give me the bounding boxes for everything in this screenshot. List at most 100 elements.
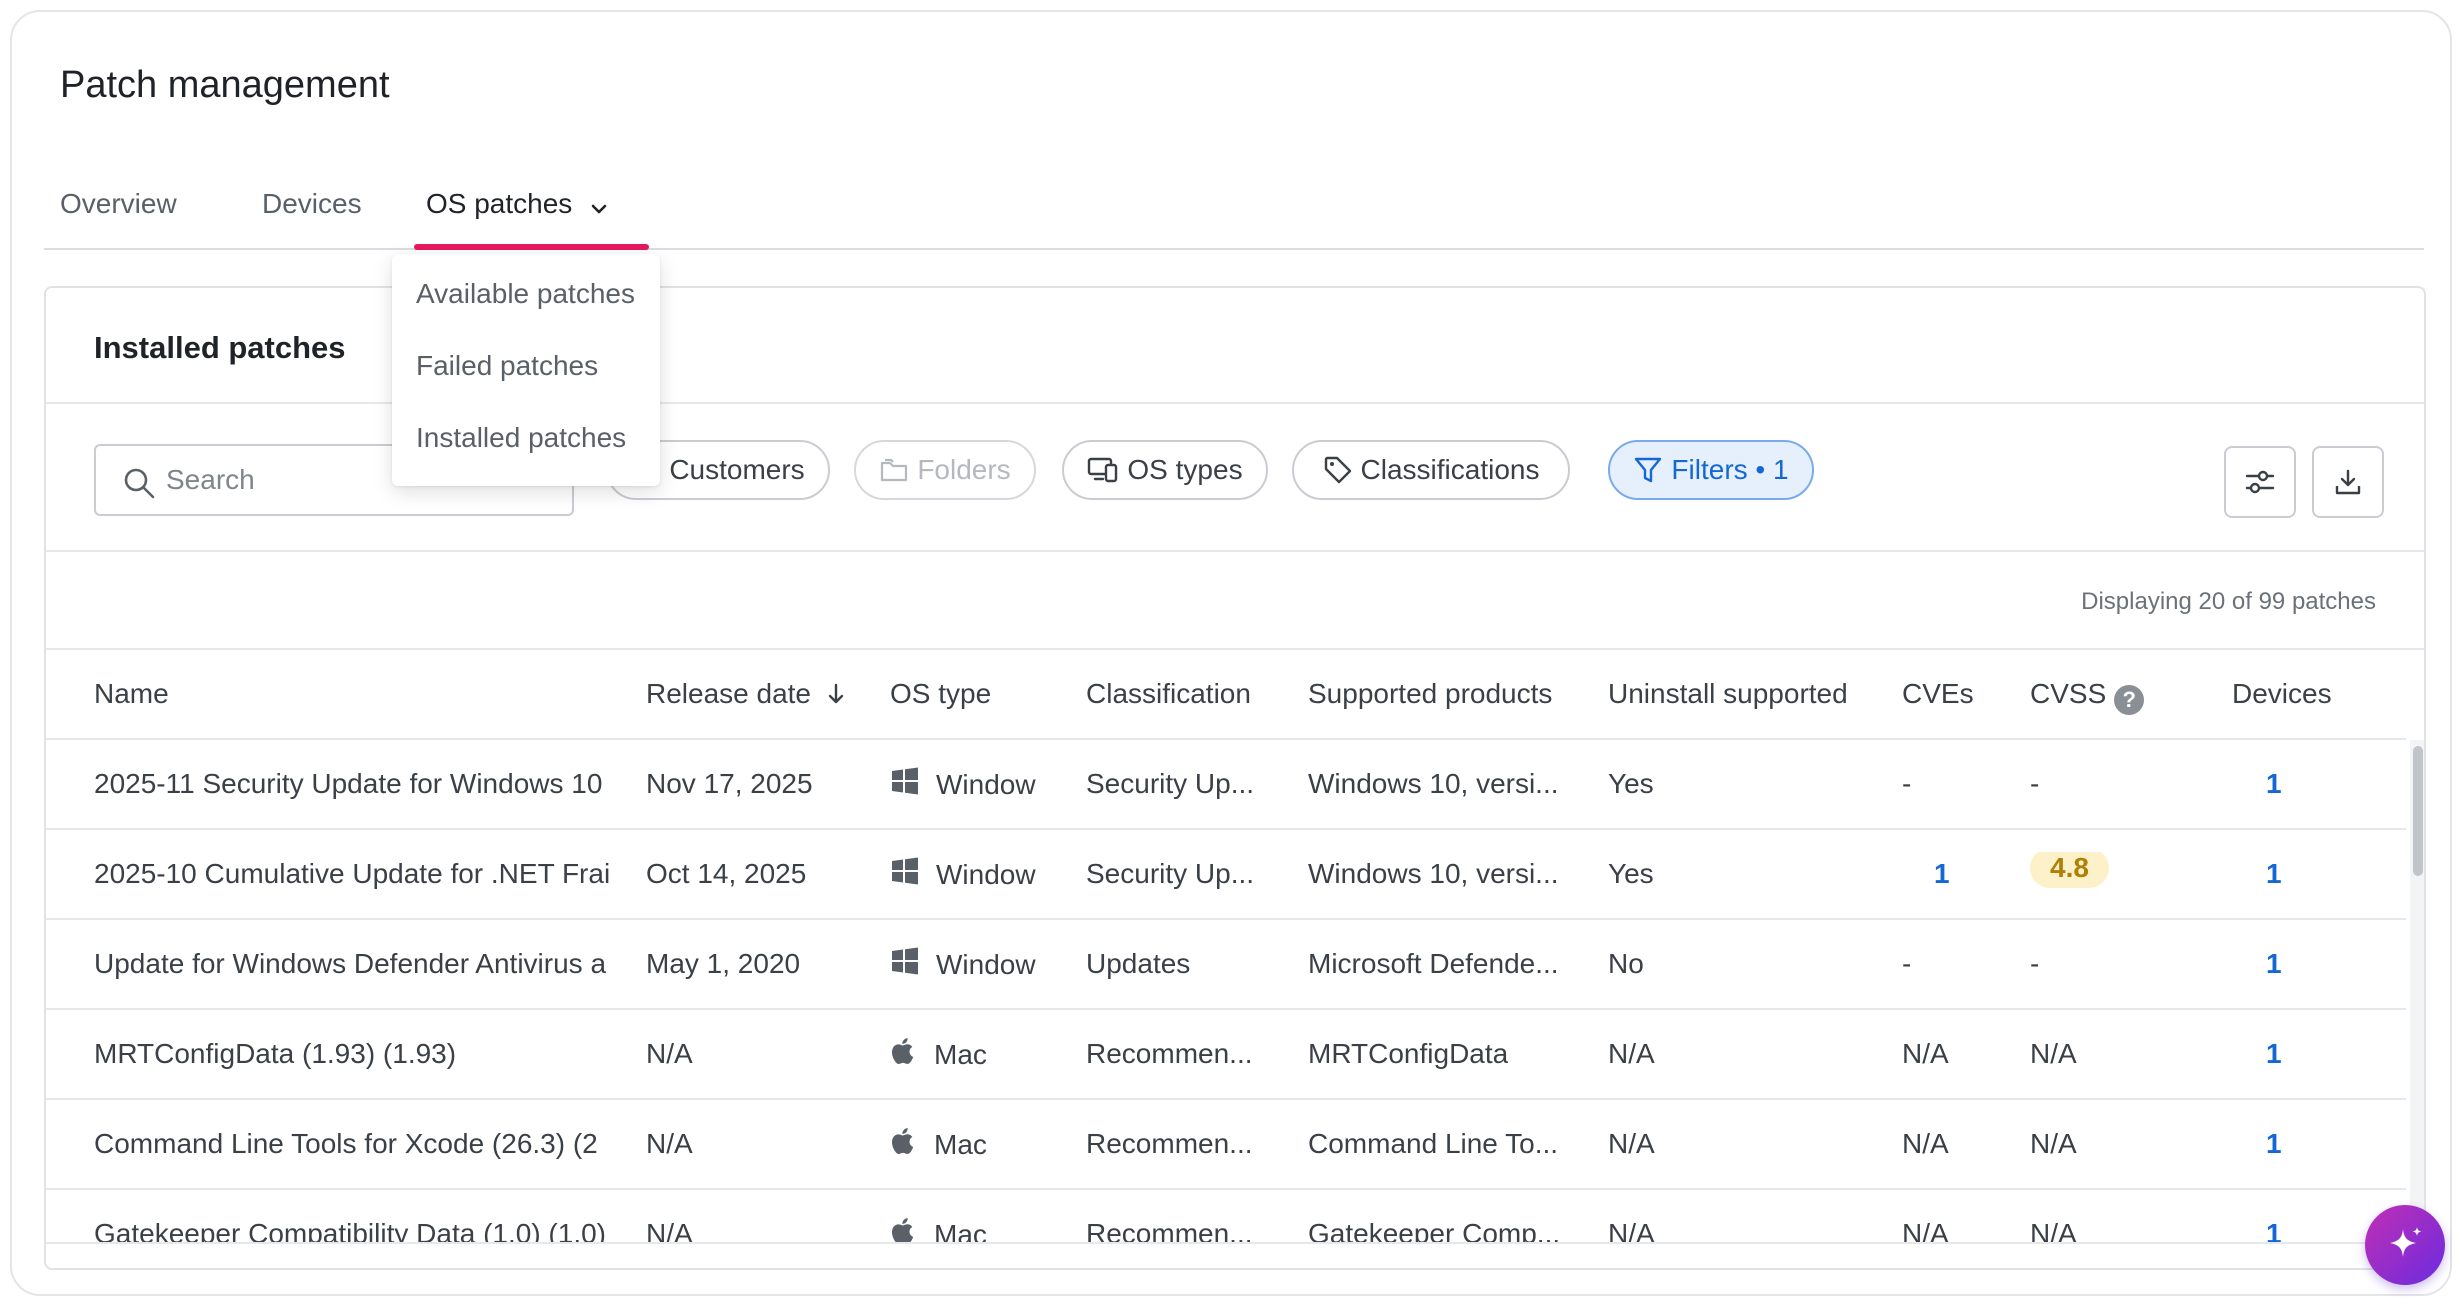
cell-name[interactable]: Gatekeeper Compatibility Data (1.0) (1.0… [94, 1218, 634, 1242]
column-settings-button[interactable] [2224, 446, 2296, 518]
tab-os-patches-label: OS patches [426, 188, 573, 219]
cell-name[interactable]: 2025-11 Security Update for Windows 10 [94, 768, 634, 800]
cell-supported-products: Windows 10, versi... [1308, 858, 1559, 889]
tab-bar: Overview Devices OS patches [44, 162, 2424, 250]
download-button[interactable] [2312, 446, 2384, 518]
filter-icon [1635, 457, 1662, 483]
tab-overview[interactable]: Overview [60, 188, 177, 220]
cell-uninstall-supported: N/A [1608, 1218, 1655, 1242]
column-header-name[interactable]: Name [94, 678, 169, 710]
cell-classification: Security Up... [1086, 768, 1255, 799]
search-icon [124, 468, 155, 499]
column-header-devices[interactable]: Devices [2232, 678, 2332, 710]
cell-os-type: Window [890, 946, 1036, 983]
download-icon [2335, 469, 2361, 495]
column-header-classification[interactable]: Classification [1086, 678, 1251, 710]
tab-os-patches[interactable]: OS patches [426, 188, 608, 222]
sparkle-icon [2390, 1227, 2422, 1257]
folders-filter-label: Folders [917, 454, 1011, 485]
cell-os-type: Window [890, 856, 1036, 893]
column-header-uninstall-supported[interactable]: Uninstall supported [1608, 678, 1848, 710]
cell-uninstall-supported: N/A [1608, 1128, 1655, 1159]
classifications-filter-chip[interactable]: Classifications [1292, 440, 1570, 500]
cell-cves: N/A [1902, 1128, 1949, 1159]
column-header-supported-products[interactable]: Supported products [1308, 678, 1552, 710]
table-row[interactable]: MRTConfigData (1.93) (1.93) N/A Mac Recomme… [46, 1010, 2406, 1100]
cell-cves: N/A [1902, 1218, 1949, 1242]
cell-release-date: N/A [646, 1128, 693, 1159]
column-header-os-type[interactable]: OS type [890, 678, 991, 710]
cell-name[interactable]: Update for Windows Defender Antivirus a [94, 948, 634, 980]
cell-name[interactable]: 2025-10 Cumulative Update for .NET Frai [94, 858, 634, 890]
cell-release-date: N/A [646, 1218, 693, 1242]
cell-classification: Recommen... [1086, 1218, 1253, 1242]
cell-devices-link[interactable]: 1 [2266, 948, 2282, 980]
active-tab-indicator [414, 244, 649, 250]
table-row[interactable]: Gatekeeper Compatibility Data (1.0) (1.0… [46, 1190, 2406, 1242]
folder-icon [881, 458, 908, 482]
sort-descending-icon [828, 683, 843, 704]
column-header-release-date[interactable]: Release date [646, 678, 847, 710]
filters-button[interactable]: Filters • 1 [1608, 440, 1814, 500]
filters-button-label: Filters • 1 [1671, 454, 1789, 485]
cell-cves: - [1902, 768, 1912, 799]
column-header-cves[interactable]: CVEs [1902, 678, 1974, 710]
cell-devices-link[interactable]: 1 [2266, 1128, 2282, 1160]
os-types-filter-chip[interactable]: OS types [1062, 440, 1268, 500]
cell-cvss: - [2030, 768, 2040, 799]
cell-devices-link[interactable]: 1 [2266, 1218, 2282, 1242]
cell-classification: Updates [1086, 948, 1191, 979]
cell-uninstall-supported: N/A [1608, 1038, 1655, 1069]
cell-supported-products: MRTConfigData [1308, 1038, 1509, 1069]
menu-item-installed-patches[interactable]: Installed patches [416, 422, 626, 454]
table-row[interactable]: 2025-11 Security Update for Windows 10 No… [46, 740, 2406, 830]
column-header-cvss[interactable]: CVSS? [2030, 678, 2145, 715]
tab-devices[interactable]: Devices [262, 188, 362, 220]
table-row[interactable]: 2025-10 Cumulative Update for .NET Frai O… [46, 830, 2406, 920]
table-row[interactable]: Update for Windows Defender Antivirus a M… [46, 920, 2406, 1010]
column-header-cvss-label: CVSS [2030, 678, 2107, 709]
cell-cves: N/A [1902, 1038, 1949, 1069]
cell-supported-products: Command Line To... [1308, 1128, 1559, 1159]
table-scrollbar[interactable] [2410, 740, 2424, 1242]
windows-icon [890, 856, 920, 893]
cell-cves-link[interactable]: 1 [1934, 858, 1950, 890]
cvss-badge: 4.8 [2030, 852, 2109, 888]
app-frame: Patch management Overview Devices OS pat… [10, 10, 2452, 1296]
ai-assistant-button[interactable] [2365, 1205, 2445, 1285]
cell-cves: - [1902, 948, 1912, 979]
result-count: Displaying 20 of 99 patches [2081, 588, 2376, 615]
cell-os-type: Mac [890, 1126, 987, 1163]
apple-icon [890, 1126, 918, 1163]
cell-name[interactable]: MRTConfigData (1.93) (1.93) [94, 1038, 634, 1070]
help-icon[interactable]: ? [2114, 685, 2145, 715]
cell-release-date: N/A [646, 1038, 693, 1069]
cell-devices-link[interactable]: 1 [2266, 768, 2282, 800]
cell-release-date: Oct 14, 2025 [646, 858, 807, 889]
chevron-down-icon [590, 190, 608, 222]
divider [46, 550, 2424, 552]
cell-uninstall-supported: Yes [1608, 858, 1654, 889]
classifications-filter-label: Classifications [1360, 454, 1540, 485]
scrollbar-thumb[interactable] [2413, 746, 2423, 876]
cell-name[interactable]: Command Line Tools for Xcode (26.3) (2 [94, 1128, 634, 1160]
card-title: Installed patches [94, 330, 346, 365]
cell-devices-link[interactable]: 1 [2266, 858, 2282, 890]
tag-icon [1324, 456, 1351, 484]
menu-item-available-patches[interactable]: Available patches [416, 278, 635, 310]
patches-table-body: 2025-11 Security Update for Windows 10 No… [46, 740, 2406, 1242]
cell-uninstall-supported: No [1608, 948, 1644, 979]
table-row[interactable]: Command Line Tools for Xcode (26.3) (2 N/… [46, 1100, 2406, 1190]
cell-classification: Recommen... [1086, 1128, 1253, 1159]
cell-release-date: Nov 17, 2025 [646, 768, 813, 799]
menu-item-failed-patches[interactable]: Failed patches [416, 350, 598, 382]
cell-uninstall-supported: Yes [1608, 768, 1654, 799]
cell-cvss: N/A [2030, 1128, 2077, 1159]
cell-supported-products: Gatekeeper Comp... [1308, 1218, 1561, 1242]
apple-icon [890, 1216, 918, 1242]
os-type-label: Mac [934, 1218, 987, 1243]
cell-cvss: N/A [2030, 1218, 2077, 1242]
folders-filter-chip[interactable]: Folders [854, 440, 1036, 500]
cell-os-type: Window [890, 766, 1036, 803]
cell-devices-link[interactable]: 1 [2266, 1038, 2282, 1070]
